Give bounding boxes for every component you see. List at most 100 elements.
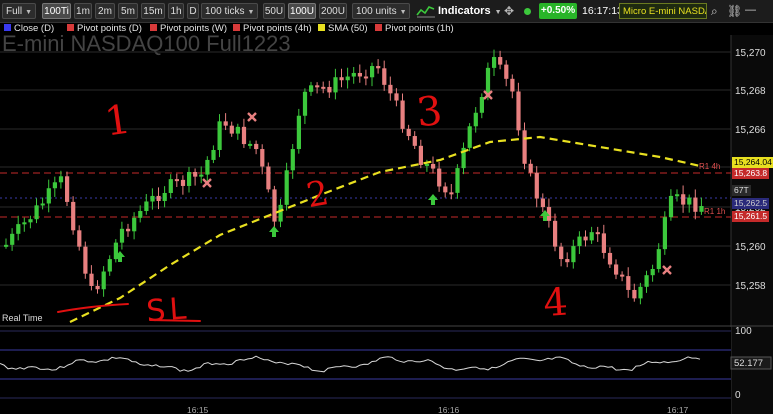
unit-50u[interactable]: 50U <box>263 3 285 19</box>
candle-body <box>327 86 332 93</box>
unit-200u[interactable]: 200U <box>319 3 347 19</box>
bar-type-15m[interactable]: 15m <box>141 3 165 19</box>
candle-body <box>589 232 594 241</box>
candle-body <box>516 91 521 131</box>
candle-body <box>418 145 423 165</box>
bar-type-1h[interactable]: 1h <box>168 3 184 19</box>
candle-body <box>150 195 155 202</box>
units-dropdown[interactable]: 100 units ▼ <box>352 3 410 19</box>
candle-body <box>473 112 478 127</box>
candle-body <box>272 189 277 222</box>
candle-body <box>601 233 606 253</box>
unit-100u[interactable]: 100U <box>288 3 316 19</box>
candle-body <box>620 274 625 277</box>
indicator-chart-icon[interactable] <box>416 3 436 19</box>
bar-type-5m[interactable]: 5m <box>118 3 138 19</box>
candle-body <box>406 128 411 137</box>
bar-type-2m[interactable]: 2m <box>95 3 115 19</box>
bar-type-100ti[interactable]: 100Ti <box>42 3 71 19</box>
candle-body <box>126 228 131 232</box>
candle-body <box>449 192 454 195</box>
candle-body <box>34 205 39 220</box>
price-tag-bar-count: 67T <box>732 185 751 196</box>
candle-body <box>132 217 137 232</box>
ticks-dropdown[interactable]: 100 ticks ▼ <box>201 3 258 19</box>
price-tag-r1-1h: 15,261.5 <box>732 211 770 222</box>
bar-type-1m[interactable]: 1m <box>74 3 92 19</box>
mode-dropdown[interactable]: Full ▼ <box>2 3 36 19</box>
price-tick-label: 15,266 <box>735 125 766 136</box>
indicators-menu[interactable]: Indicators ▼ <box>438 3 502 19</box>
candle-body <box>260 149 265 167</box>
candle-body <box>254 143 259 150</box>
candle-body <box>10 233 15 245</box>
candle-body <box>339 77 344 81</box>
candle-body <box>675 194 680 197</box>
search-icon[interactable]: ⌕ <box>711 3 724 19</box>
candle-body <box>248 143 253 146</box>
candle-body <box>58 176 64 183</box>
candle-body <box>632 289 637 299</box>
candle-body <box>71 201 76 231</box>
legend-pivot-4h[interactable]: Pivot points (4h) <box>233 23 312 34</box>
candle-body <box>656 249 661 270</box>
minimize-icon[interactable]: — <box>745 2 757 18</box>
candle-body <box>351 72 356 77</box>
candle-body <box>193 171 198 177</box>
chevron-down-icon: ▼ <box>247 9 255 16</box>
candle-body <box>400 100 405 129</box>
stop-loss-line <box>149 319 201 322</box>
candle-body <box>498 57 503 65</box>
osc-tick-0: 0 <box>735 390 741 401</box>
legend-pivot-w[interactable]: Pivot points (W) <box>150 23 227 34</box>
candle-body <box>315 85 320 88</box>
candle-body <box>638 286 643 299</box>
candle-body <box>431 163 436 169</box>
legend-close-d[interactable]: Close (D) <box>4 23 54 34</box>
candle-body <box>424 163 430 166</box>
legend-sma-50[interactable]: SMA (50) <box>318 23 368 34</box>
candle-body <box>565 259 570 263</box>
bar-type-d[interactable]: D <box>187 3 199 19</box>
candle-body <box>266 166 271 190</box>
candle-body <box>296 115 301 150</box>
chart-canvas[interactable]: E-mini NASDAQ100 Full1223 R1 4h R1 1h 1 … <box>0 0 773 414</box>
price-tag-r1-4h: 15,263.8 <box>732 168 770 179</box>
candle-body <box>595 232 600 235</box>
legend-pivot-1h[interactable]: Pivot points (1h) <box>375 23 454 34</box>
candle-body <box>504 64 509 79</box>
candle-body <box>95 285 100 290</box>
candle-body <box>229 125 234 134</box>
legend-swatch <box>375 24 382 31</box>
legend-pivot-d[interactable]: Pivot points (D) <box>67 23 142 34</box>
candle-body <box>217 121 222 150</box>
candle-body <box>363 76 369 79</box>
candle-body <box>321 86 326 89</box>
candle-body <box>376 66 381 69</box>
oscillator-pane <box>0 327 731 404</box>
candle-body <box>650 269 655 276</box>
legend-swatch <box>233 24 240 31</box>
crosshair-icon[interactable]: ✥ <box>504 4 514 18</box>
instrument-selector[interactable]: Micro E-mini NASDA <box>619 3 707 19</box>
candle-body <box>101 271 106 290</box>
candle-body <box>687 197 692 205</box>
candle-body <box>553 220 558 247</box>
indicator-legend: Close (D) Pivot points (D) Pivot points … <box>0 22 773 35</box>
candle-body <box>89 273 94 286</box>
candle-body <box>22 222 27 225</box>
time-axis[interactable] <box>0 404 731 414</box>
candle-body <box>223 121 228 126</box>
candle-body <box>168 179 173 193</box>
link-icon[interactable]: ⛓ <box>727 3 742 19</box>
candle-body <box>302 91 308 116</box>
candle-body <box>382 68 387 85</box>
chevron-down-icon: ▼ <box>399 9 407 16</box>
candle-body <box>278 204 283 222</box>
candle-body <box>577 236 582 247</box>
candle-body <box>144 201 149 212</box>
daily-change-badge: +0.50% <box>539 3 577 19</box>
candle-body <box>290 149 295 171</box>
price-tick-label: 15,260 <box>735 242 766 253</box>
candle-body <box>668 195 674 218</box>
